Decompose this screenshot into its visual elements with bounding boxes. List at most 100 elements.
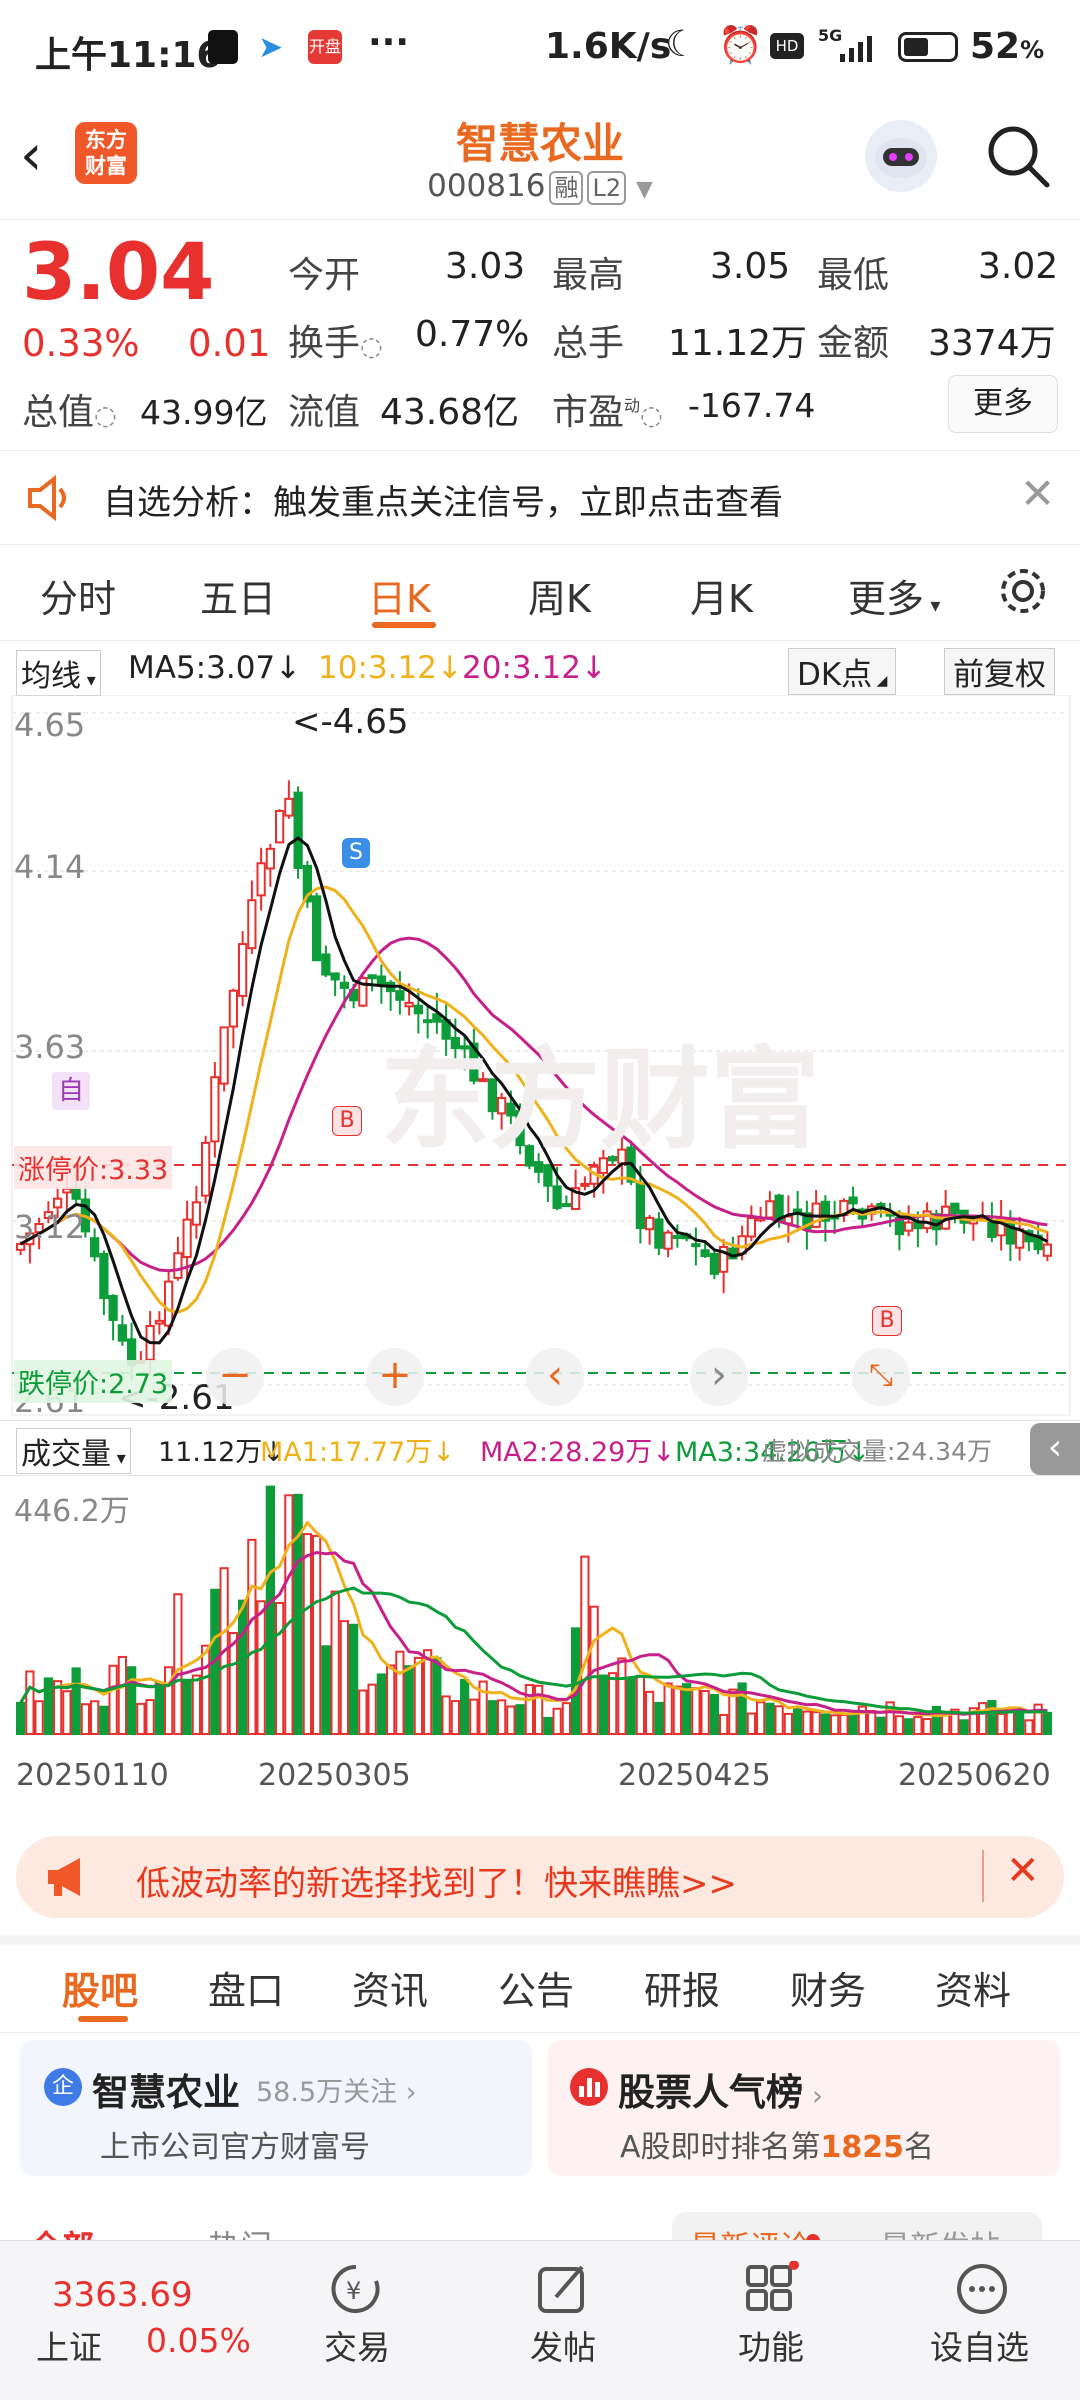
volume-type-select[interactable]: 成交量 ▾ — [16, 1428, 131, 1474]
close-icon[interactable]: ✕ — [1020, 469, 1055, 518]
volume-bar — [978, 1702, 988, 1736]
scroll-left-icon[interactable]: ‹ — [526, 1348, 584, 1406]
volume-bar — [173, 1593, 183, 1735]
volume-bar — [709, 1693, 719, 1735]
candle — [376, 975, 386, 985]
index-name[interactable]: 上证 — [36, 2321, 102, 2369]
candle — [330, 972, 340, 981]
candle — [848, 1196, 858, 1205]
sort-latest-post[interactable]: 最新发帖 — [880, 2222, 1000, 2240]
nav-function[interactable]: 功能 — [738, 2321, 804, 2369]
company-card[interactable]: 企 智慧农业 58.5万关注 › 上市公司官方财富号 — [20, 2040, 532, 2176]
float-label: 流值 — [288, 392, 361, 433]
volume-bar — [432, 1657, 442, 1735]
popularity-card[interactable]: 股票人气榜 › A股即时排名第1825名 — [548, 2040, 1060, 2176]
tab-more[interactable]: 更多 ▾ — [848, 568, 940, 623]
collapse-icon[interactable]: ‹ — [1030, 1423, 1080, 1475]
low-value: 3.02 — [978, 246, 1059, 287]
tab-news[interactable]: 资讯 — [352, 1960, 428, 2015]
zoom-out-icon[interactable]: − — [206, 1348, 264, 1406]
scroll-right-icon[interactable]: › — [690, 1348, 748, 1406]
volume-bar — [404, 1665, 414, 1736]
tab-pankou[interactable]: 盘口 — [208, 1960, 284, 2015]
candle — [99, 1252, 109, 1300]
volume-bar — [154, 1681, 164, 1736]
volume-bar — [765, 1702, 775, 1735]
fullscreen-icon[interactable]: ⤡ — [852, 1348, 910, 1406]
robot-assistant-icon[interactable] — [865, 120, 937, 192]
ranking-icon — [570, 2068, 608, 2106]
candle — [950, 1202, 960, 1215]
volume-bar — [441, 1695, 451, 1736]
candle — [645, 1216, 655, 1231]
tab-profile[interactable]: 资料 — [935, 1960, 1011, 2015]
zoom-in-icon[interactable]: + — [366, 1348, 424, 1406]
volume-bar — [247, 1538, 257, 1736]
adjust-button[interactable]: 前复权 — [944, 648, 1055, 695]
index-change[interactable]: 0.05% — [146, 2321, 251, 2360]
volume-bar — [515, 1704, 525, 1736]
tab-daily-k[interactable]: 日K — [368, 568, 431, 623]
volume-bar — [413, 1656, 423, 1735]
pe-value: -167.74 — [688, 386, 816, 425]
paper-plane-icon: ➤ — [258, 30, 284, 65]
candle — [173, 1252, 183, 1279]
more-circle-icon[interactable] — [952, 2261, 1012, 2317]
trade-icon[interactable]: ¥ — [326, 2261, 386, 2317]
candle — [395, 990, 405, 1001]
tab-guba[interactable]: 股吧 — [62, 1960, 138, 2015]
search-icon[interactable] — [985, 123, 1051, 189]
nav-trade[interactable]: 交易 — [324, 2321, 390, 2369]
grid-icon[interactable] — [740, 2260, 800, 2317]
close-icon[interactable]: ✕ — [1006, 1848, 1040, 1894]
kaipan-icon: 开盘 — [308, 30, 342, 64]
buy-marker: B — [872, 1306, 902, 1336]
volume-bar — [182, 1680, 192, 1736]
candle — [339, 981, 349, 989]
index-value[interactable]: 3363.69 — [52, 2275, 193, 2315]
volume-value: 11.12万 — [668, 323, 808, 364]
volume-bar — [460, 1678, 470, 1736]
candle — [284, 797, 294, 817]
tab-announcements[interactable]: 公告 — [498, 1960, 574, 2015]
tab-finance[interactable]: 财务 — [790, 1960, 866, 2015]
edit-icon[interactable] — [534, 2261, 594, 2317]
nav-post[interactable]: 发帖 — [530, 2321, 596, 2369]
volume-bar — [746, 1712, 756, 1735]
vol-ma2: MA2:28.29万↓ — [480, 1437, 675, 1468]
alert-bar[interactable]: 自选分析：触发重点关注信号，立即点击查看 ✕ — [0, 450, 1080, 545]
volume-bar — [894, 1715, 904, 1736]
tab-research[interactable]: 研报 — [644, 1960, 720, 2015]
volume-bar — [238, 1599, 248, 1735]
gear-icon[interactable] — [996, 564, 1050, 618]
nav-add-watchlist[interactable]: 设自选 — [930, 2321, 1029, 2369]
volume-bar — [358, 1689, 368, 1735]
more-button[interactable]: 更多 — [948, 375, 1058, 433]
tab-weekly-k[interactable]: 周K — [528, 568, 591, 623]
ma-type-select[interactable]: 均线 ▾ — [16, 650, 101, 696]
promo-banner[interactable]: 低波动率的新选择找到了！快来瞧瞧>> ✕ — [16, 1836, 1064, 1918]
filter-hot[interactable]: 热门 — [208, 2222, 272, 2240]
sort-latest-comment[interactable]: 最新评论 — [690, 2222, 810, 2240]
volume-bar — [339, 1620, 349, 1735]
high-marker: <-4.65 — [292, 702, 409, 742]
volume-bar — [275, 1601, 285, 1736]
promo-text: 低波动率的新选择找到了！快来瞧瞧>> — [136, 1864, 737, 1904]
tab-five-day[interactable]: 五日 — [200, 568, 276, 623]
tab-timeshare[interactable]: 分时 — [40, 568, 116, 623]
dk-point-button[interactable]: DK点 ◢ — [788, 648, 897, 695]
volume-bar — [16, 1701, 26, 1735]
tab-monthly-k[interactable]: 月K — [690, 568, 753, 623]
volume-chart[interactable] — [0, 1476, 1080, 1738]
candle — [700, 1249, 710, 1258]
filter-all[interactable]: 全部 — [30, 2222, 94, 2240]
volume-bar — [543, 1716, 553, 1735]
candle — [580, 1182, 590, 1187]
volume-bar — [830, 1714, 840, 1735]
sell-marker: S — [342, 838, 370, 868]
candle — [265, 847, 275, 870]
candle — [367, 974, 377, 980]
high-value: 3.05 — [710, 246, 791, 287]
candle — [62, 1187, 72, 1194]
candle — [154, 1319, 164, 1325]
